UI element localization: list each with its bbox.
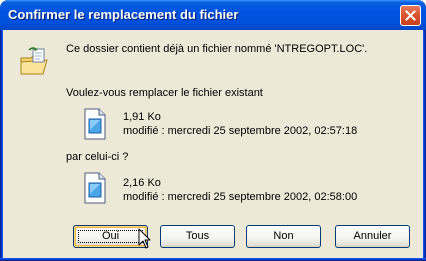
- yes-to-all-button-label: Tous: [185, 230, 210, 242]
- cancel-button[interactable]: Annuler: [335, 225, 410, 248]
- dialog-body: Ce dossier contient déjà un fichier nomm…: [3, 30, 423, 258]
- no-button[interactable]: Non: [246, 225, 321, 248]
- new-file-icon: [83, 172, 107, 209]
- yes-button-label: Oui: [101, 230, 120, 242]
- folder-replace-icon: [19, 46, 51, 83]
- window-title: Confirmer le remplacement du fichier: [8, 7, 239, 22]
- intro-text: Ce dossier contient déjà un fichier nomm…: [66, 43, 368, 55]
- close-icon: [405, 10, 416, 21]
- existing-file-icon: [83, 108, 107, 145]
- mouse-cursor-icon: [138, 228, 152, 255]
- new-file-size: 2,16 Ko: [123, 177, 161, 189]
- with-text: par celui-ci ?: [66, 151, 129, 163]
- no-button-label: Non: [273, 230, 294, 242]
- question-text: Voulez-vous remplacer le fichier existan…: [66, 87, 263, 99]
- existing-file-size: 1,91 Ko: [123, 111, 161, 123]
- new-file-modified: modifié : mercredi 25 septembre 2002, 02…: [123, 191, 358, 203]
- existing-file-modified: modifié : mercredi 25 septembre 2002, 02…: [123, 125, 358, 137]
- yes-to-all-button[interactable]: Tous: [160, 225, 235, 248]
- yes-button[interactable]: Oui: [73, 225, 148, 248]
- dialog-window: Confirmer le remplacement du fichier Ce …: [0, 0, 426, 261]
- cancel-button-label: Annuler: [353, 230, 392, 242]
- close-button[interactable]: [400, 5, 421, 26]
- title-bar[interactable]: Confirmer le remplacement du fichier: [0, 0, 426, 30]
